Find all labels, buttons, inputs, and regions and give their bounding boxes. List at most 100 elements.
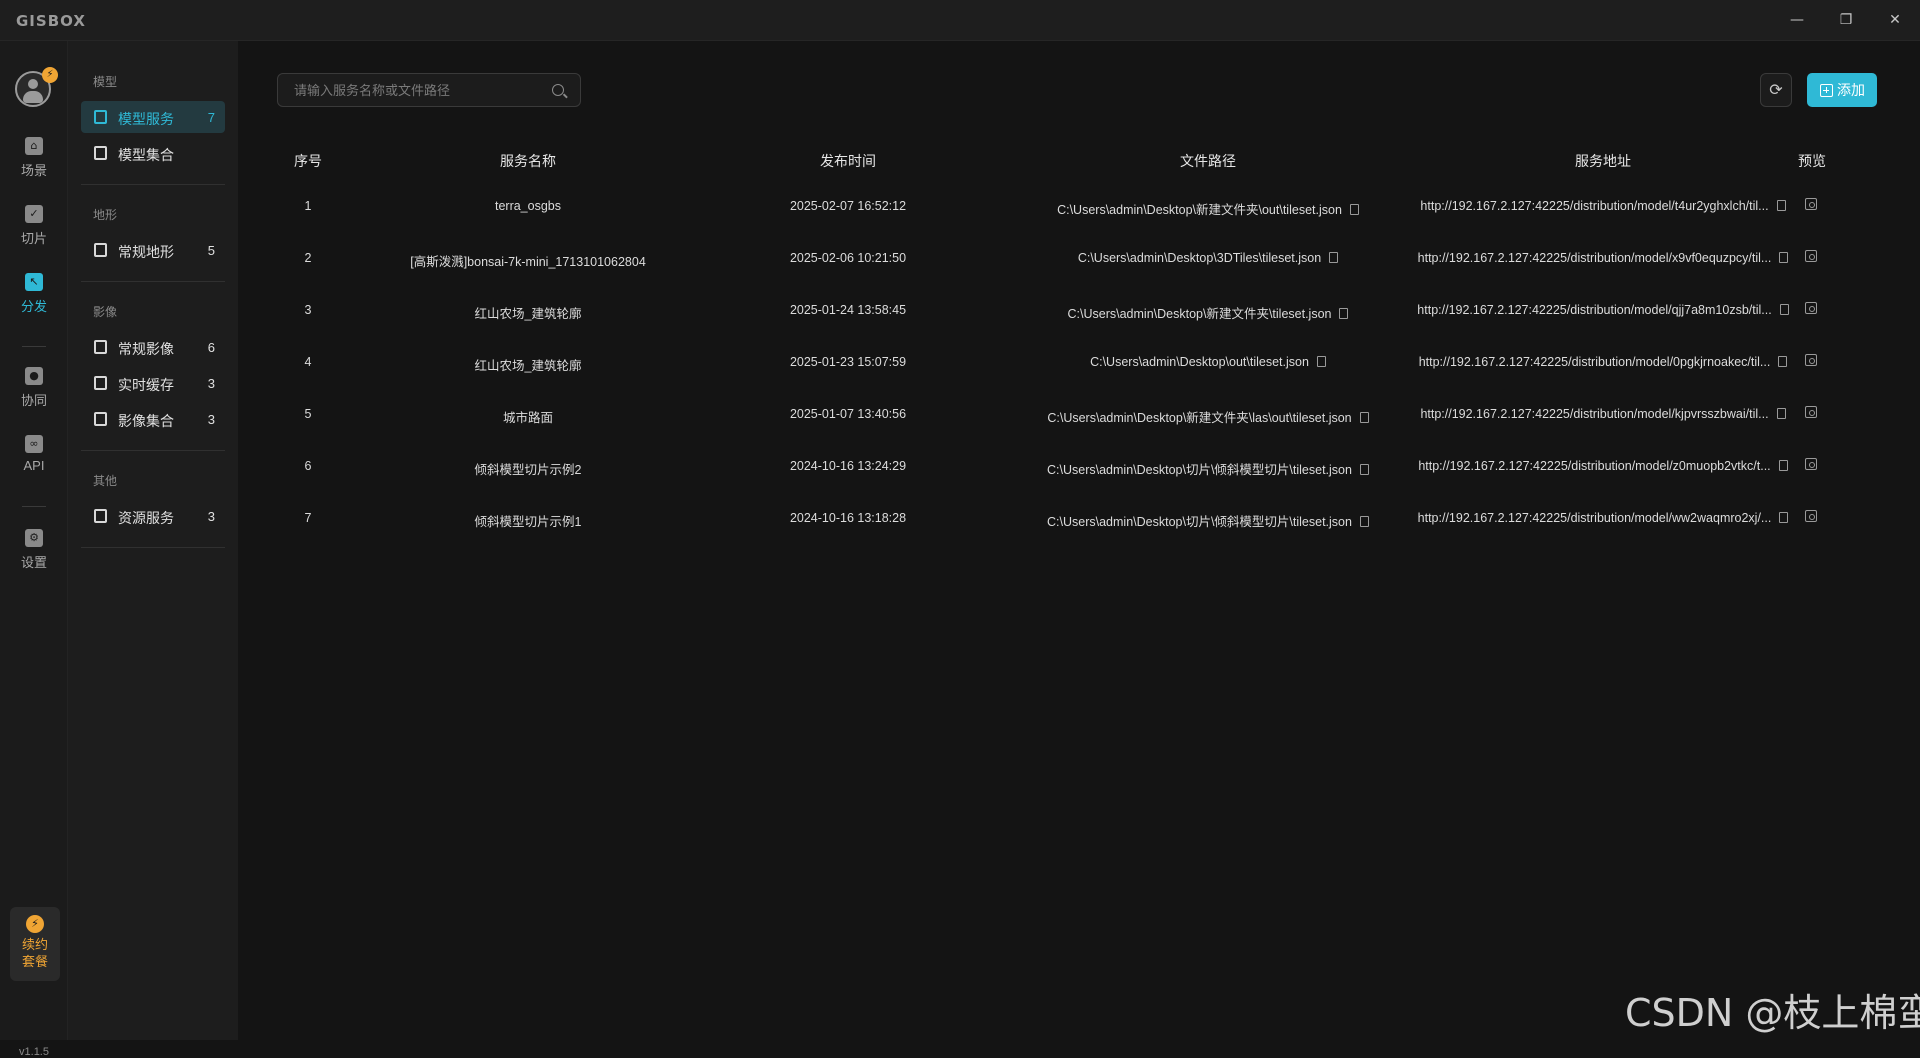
preview-icon[interactable] <box>1805 354 1817 366</box>
copy-icon[interactable] <box>1339 308 1349 319</box>
preview-icon[interactable] <box>1805 302 1817 314</box>
renew-plan-button[interactable]: ⚡ 续约套餐 <box>10 907 60 981</box>
cell-time: 2025-02-06 10:21:50 <box>789 251 907 265</box>
app-logo: GISBOX <box>16 12 86 30</box>
rail-label: 协同 <box>20 393 47 408</box>
distribute-icon: ↖ <box>25 273 43 291</box>
table-row: 6 倾斜模型切片示例2 2024-10-16 13:24:29 C:\Users… <box>268 441 1880 493</box>
refresh-button[interactable]: ⟳ <box>1760 73 1792 107</box>
copy-icon[interactable] <box>1776 200 1786 211</box>
preview-icon[interactable] <box>1805 406 1817 418</box>
copy-icon[interactable] <box>1779 252 1789 263</box>
nav-item-count: 5 <box>207 243 215 258</box>
cell-name: 红山农场_建筑轮廓 <box>474 307 582 321</box>
rail-label: 设置 <box>20 555 47 570</box>
path-text: C:\Users\admin\Desktop\3DTiles\tileset.j… <box>1077 251 1322 265</box>
nav-divider <box>81 184 225 185</box>
nav-item-label: 常规地形 <box>118 244 174 260</box>
path-text: C:\Users\admin\Desktop\out\tileset.json <box>1090 355 1309 369</box>
image-icon <box>94 412 107 426</box>
cell-name: 城市路面 <box>502 411 553 425</box>
header-preview: 预览 <box>1798 153 1826 169</box>
nav-item-regular-terrain[interactable]: 常规地形 5 <box>81 234 225 266</box>
rail-label: 分发 <box>20 299 47 314</box>
header-url: 服务地址 <box>1575 153 1631 169</box>
cell-url: http://192.167.2.127:42225/distribution/… <box>1368 459 1838 473</box>
table-row: 7 倾斜模型切片示例1 2024-10-16 13:18:28 C:\Users… <box>268 493 1880 545</box>
resource-icon <box>94 509 107 523</box>
cell-time: 2025-01-23 15:07:59 <box>789 355 907 369</box>
nav-divider <box>81 450 225 451</box>
rail-item-settings[interactable]: ⚙ 设置 <box>0 529 68 589</box>
rail-item-distribute[interactable]: ↖ 分发 <box>0 273 68 333</box>
cell-name: terra_osgbs <box>494 199 561 213</box>
cell-url: http://192.167.2.127:42225/distribution/… <box>1368 251 1838 265</box>
add-button[interactable]: 添加 <box>1807 73 1877 107</box>
nav-item-model-service[interactable]: 模型服务 7 <box>81 101 225 133</box>
nav-item-count: 3 <box>207 509 215 524</box>
preview-icon[interactable] <box>1805 250 1817 262</box>
minimize-button[interactable]: — <box>1783 8 1811 32</box>
rail-label: API <box>23 458 45 473</box>
cell-time: 2025-01-07 13:40:56 <box>789 407 907 421</box>
nav-item-realtime-cache[interactable]: 实时缓存 3 <box>81 367 225 399</box>
restore-button[interactable]: ❐ <box>1832 8 1860 32</box>
nav-item-count: 6 <box>207 340 215 355</box>
nav-item-label: 实时缓存 <box>118 377 174 393</box>
main-content: ⟳ 添加 序号 服务名称 发布时间 文件路径 服务地址 预览 1 terra_o… <box>238 41 1920 1040</box>
lightning-icon: ⚡ <box>26 915 44 933</box>
table-row: 5 城市路面 2025-01-07 13:40:56 C:\Users\admi… <box>268 389 1880 441</box>
copy-icon[interactable] <box>1779 304 1789 315</box>
cell-no: 2 <box>304 251 312 265</box>
header-time: 发布时间 <box>820 153 876 169</box>
preview-icon[interactable] <box>1805 458 1817 470</box>
search-input[interactable] <box>278 74 538 106</box>
rail-item-scene[interactable]: ⌂ 场景 <box>0 137 68 197</box>
search-box <box>277 73 581 107</box>
search-icon[interactable] <box>552 84 564 96</box>
model-icon <box>94 110 107 124</box>
rail-item-api[interactable]: ∞ API <box>0 435 68 495</box>
preview-icon[interactable] <box>1805 510 1817 522</box>
copy-icon[interactable] <box>1329 252 1339 263</box>
nav-item-imagery-collection[interactable]: 影像集合 3 <box>81 403 225 435</box>
copy-icon[interactable] <box>1779 512 1789 523</box>
nav-item-model-collection[interactable]: 模型集合 <box>81 137 225 169</box>
gear-icon: ⚙ <box>25 529 43 547</box>
lightning-badge-icon: ⚡ <box>42 67 58 83</box>
cell-no: 3 <box>304 303 312 317</box>
rail-item-slice[interactable]: ✓ 切片 <box>0 205 68 265</box>
copy-icon[interactable] <box>1349 204 1359 215</box>
rail-item-collab[interactable]: ● 协同 <box>0 367 68 427</box>
rail-divider <box>22 506 46 507</box>
group-title-terrain: 地形 <box>93 208 118 222</box>
image-icon <box>94 376 107 390</box>
rail-label: 切片 <box>20 231 47 246</box>
cell-name: 倾斜模型切片示例2 <box>474 463 582 477</box>
preview-icon[interactable] <box>1805 198 1817 210</box>
path-text: C:\Users\admin\Desktop\新建文件夹\las\out\til… <box>1047 411 1352 425</box>
link-icon: ∞ <box>25 435 43 453</box>
cell-url: http://192.167.2.127:42225/distribution/… <box>1368 511 1838 525</box>
image-icon <box>94 340 107 354</box>
path-text: C:\Users\admin\Desktop\切片\倾斜模型切片\tileset… <box>1047 515 1352 529</box>
lock-icon: ● <box>25 367 43 385</box>
nav-item-label: 资源服务 <box>118 510 174 526</box>
close-button[interactable]: ✕ <box>1881 8 1909 32</box>
nav-item-regular-imagery[interactable]: 常规影像 6 <box>81 331 225 363</box>
icon-rail: ⚡ ⌂ 场景 ✓ 切片 ↖ 分发 ● 协同 ∞ API ⚙ 设置 ⚡ 续约套餐 … <box>0 41 68 1058</box>
copy-icon[interactable] <box>1778 356 1788 367</box>
nav-item-label: 常规影像 <box>118 341 174 357</box>
cell-no: 5 <box>304 407 312 421</box>
url-text: http://192.167.2.127:42225/distribution/… <box>1420 199 1769 213</box>
nav-divider <box>81 547 225 548</box>
model-icon <box>94 146 107 160</box>
cell-no: 6 <box>304 459 312 473</box>
nav-item-resource-service[interactable]: 资源服务 3 <box>81 500 225 532</box>
copy-icon[interactable] <box>1776 408 1786 419</box>
cell-time: 2025-01-24 13:58:45 <box>789 303 907 317</box>
cell-url: http://192.167.2.127:42225/distribution/… <box>1368 199 1838 213</box>
app-version: v1.1.5 <box>19 1046 49 1058</box>
copy-icon[interactable] <box>1778 460 1788 471</box>
copy-icon[interactable] <box>1316 356 1326 367</box>
